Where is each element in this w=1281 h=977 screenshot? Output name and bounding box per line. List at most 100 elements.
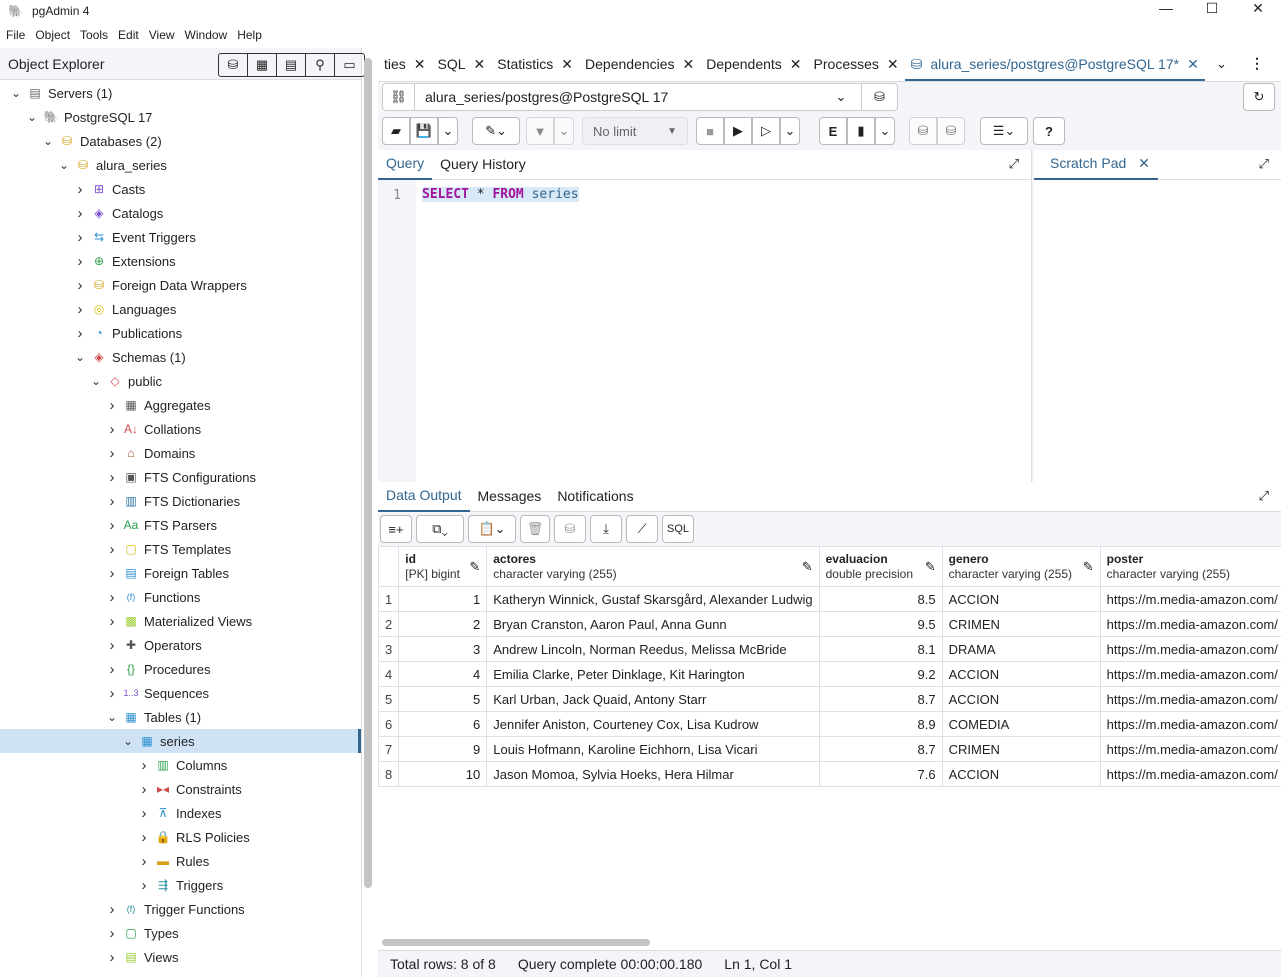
cell-id[interactable]: 3 <box>398 636 488 662</box>
tree-item-collations[interactable]: › A↓ Collations <box>0 417 361 441</box>
chevron-right-icon[interactable]: › <box>72 301 88 318</box>
tab-sql[interactable]: SQL ✕ <box>432 46 492 81</box>
tree-item-series[interactable]: ⌄ ▦ series <box>0 729 361 753</box>
tree-item-columns[interactable]: › ▥ Columns <box>0 753 361 777</box>
cell-id[interactable]: 9 <box>398 736 488 762</box>
save-data-icon[interactable]: ⛁ <box>554 515 586 543</box>
view-data-icon[interactable]: ▦ <box>248 54 277 76</box>
close-tab-icon[interactable]: ✕ <box>887 46 899 81</box>
cell-actores[interactable]: Emilia Clarke, Peter Dinklage, Kit Harin… <box>486 661 820 687</box>
cell-poster[interactable]: https://m.media-amazon.com/ <box>1099 636 1281 662</box>
tree-item-fts-parsers[interactable]: › Aa FTS Parsers <box>0 513 361 537</box>
cell-poster[interactable]: https://m.media-amazon.com/ <box>1099 686 1281 712</box>
tree-item-event-triggers[interactable]: › ⇆ Event Triggers <box>0 225 361 249</box>
cell-genero[interactable]: ACCION <box>941 586 1101 612</box>
menu-help[interactable]: Help <box>237 24 262 46</box>
close-tab-icon[interactable]: ✕ <box>790 46 802 81</box>
cell-evaluacion[interactable]: 9.5 <box>818 611 943 637</box>
connection-status-icon[interactable]: ⛓ <box>383 84 415 110</box>
cell-actores[interactable]: Karl Urban, Jack Quaid, Antony Starr <box>486 686 820 712</box>
cell-id[interactable]: 1 <box>398 586 488 612</box>
tree-item-operators[interactable]: › ✚ Operators <box>0 633 361 657</box>
tree-item-indexes[interactable]: › ⊼ Indexes <box>0 801 361 825</box>
tree-item-constraints[interactable]: › ▸◂ Constraints <box>0 777 361 801</box>
add-row-icon[interactable]: ≡+ <box>380 515 412 543</box>
tree-item-catalogs[interactable]: › ◈ Catalogs <box>0 201 361 225</box>
cell-genero[interactable]: ACCION <box>941 661 1101 687</box>
commit-icon[interactable]: ⛁ <box>909 117 937 145</box>
chevron-right-icon[interactable]: › <box>104 517 120 534</box>
chevron-down-icon[interactable]: ⌄ <box>8 86 24 100</box>
explain-dropdown-icon[interactable]: ⌄ <box>875 117 895 145</box>
new-connection-icon[interactable]: ⛁ <box>861 84 897 110</box>
edit-column-icon[interactable]: ✎ <box>802 559 813 575</box>
chevron-right-icon[interactable]: › <box>136 877 152 894</box>
edit-column-icon[interactable]: ✎ <box>1083 559 1094 575</box>
column-header-id[interactable]: id [PK] bigint ✎ <box>398 546 488 587</box>
cell-evaluacion[interactable]: 8.5 <box>818 586 943 612</box>
chevron-right-icon[interactable]: › <box>72 205 88 222</box>
tab-processes[interactable]: Processes ✕ <box>808 46 905 81</box>
cell-evaluacion[interactable]: 8.9 <box>818 711 943 737</box>
tree-item-postgresql-17[interactable]: ⌄ 🐘 PostgreSQL 17 <box>0 105 361 129</box>
cell-id[interactable]: 4 <box>398 661 488 687</box>
edit-column-icon[interactable]: ✎ <box>925 559 936 575</box>
cell-genero[interactable]: ACCION <box>941 686 1101 712</box>
cell-poster[interactable]: https://m.media-amazon.com/ <box>1099 661 1281 687</box>
sql-icon[interactable]: SQL <box>662 515 694 543</box>
tree-item-foreign-data-wrappers[interactable]: › ⛁ Foreign Data Wrappers <box>0 273 361 297</box>
chevron-right-icon[interactable]: › <box>104 925 120 942</box>
horizontal-scrollbar[interactable] <box>382 939 650 946</box>
chevron-right-icon[interactable]: › <box>104 685 120 702</box>
chevron-right-icon[interactable]: › <box>72 181 88 198</box>
cell-poster[interactable]: https://m.media-amazon.com/ <box>1099 611 1281 637</box>
tree-item-procedures[interactable]: › {} Procedures <box>0 657 361 681</box>
tree-item-casts[interactable]: › ⊞ Casts <box>0 177 361 201</box>
tree-item-domains[interactable]: › ⌂ Domains <box>0 441 361 465</box>
chevron-right-icon[interactable]: › <box>136 757 152 774</box>
chevron-right-icon[interactable]: › <box>104 901 120 918</box>
psql-tool-icon[interactable]: ▭ <box>335 54 364 76</box>
tree-item-publications[interactable]: › ◔ Publications <box>0 321 361 345</box>
paste-icon[interactable]: 📋⌄ <box>468 515 516 543</box>
tree-item-public[interactable]: ⌄ ◇ public <box>0 369 361 393</box>
chevron-down-icon[interactable]: ⌄ <box>120 734 136 748</box>
edit-column-icon[interactable]: ✎ <box>469 559 480 575</box>
filter-dropdown-icon[interactable]: ⌄ <box>554 117 574 145</box>
filter-rows-icon[interactable]: ▤ <box>277 54 306 76</box>
chevron-right-icon[interactable]: › <box>136 853 152 870</box>
cell-evaluacion[interactable]: 8.1 <box>818 636 943 662</box>
cell-actores[interactable]: Andrew Lincoln, Norman Reedus, Melissa M… <box>486 636 820 662</box>
tab-query-history[interactable]: Query History <box>432 150 534 179</box>
tree-scrollbar[interactable] <box>364 58 372 888</box>
tree-item-trigger-functions[interactable]: › (f) Trigger Functions <box>0 897 361 921</box>
explain-analyze-button[interactable]: ▮ <box>847 117 875 145</box>
save-file-button[interactable]: 💾 <box>410 117 438 145</box>
tree-item-triggers[interactable]: › ⇶ Triggers <box>0 873 361 897</box>
cell-genero[interactable]: ACCION <box>941 761 1101 787</box>
chevron-right-icon[interactable]: › <box>136 829 152 846</box>
cell-poster[interactable]: https://m.media-amazon.com/ <box>1099 736 1281 762</box>
tab-alura-series-postgres-postgresql-17-[interactable]: ⛁ alura_series/postgres@PostgreSQL 17* ✕ <box>904 46 1205 81</box>
tab-query[interactable]: Query <box>378 149 433 180</box>
tree-item-aggregates[interactable]: › ▦ Aggregates <box>0 393 361 417</box>
row-limit-select[interactable]: No limit ▼ <box>582 117 688 145</box>
tree-item-fts-templates[interactable]: › ▢ FTS Templates <box>0 537 361 561</box>
close-tab-icon[interactable]: ✕ <box>683 46 695 81</box>
rollback-icon[interactable]: ⛁ <box>937 117 965 145</box>
tree-item-databases-2[interactable]: ⌄ ⛁ Databases (2) <box>0 129 361 153</box>
chevron-right-icon[interactable]: › <box>104 469 120 486</box>
chevron-right-icon[interactable]: › <box>104 613 120 630</box>
macros-dropdown-button[interactable]: ☰⌄ <box>980 117 1028 145</box>
cell-genero[interactable]: CRIMEN <box>941 611 1101 637</box>
chevron-right-icon[interactable]: › <box>104 421 120 438</box>
tree-item-schemas-1[interactable]: ⌄ ◈ Schemas (1) <box>0 345 361 369</box>
cell-evaluacion[interactable]: 8.7 <box>818 736 943 762</box>
close-tab-icon[interactable]: ✕ <box>474 46 486 81</box>
connection-selector[interactable]: ⛓ alura_series/postgres@PostgreSQL 17 ⌄ … <box>382 83 898 111</box>
tab-dependencies[interactable]: Dependencies ✕ <box>579 46 700 81</box>
tree-item-materialized-views[interactable]: › ▩ Materialized Views <box>0 609 361 633</box>
cell-id[interactable]: 2 <box>398 611 488 637</box>
menu-tools[interactable]: Tools <box>80 24 108 46</box>
menu-edit[interactable]: Edit <box>118 24 139 46</box>
